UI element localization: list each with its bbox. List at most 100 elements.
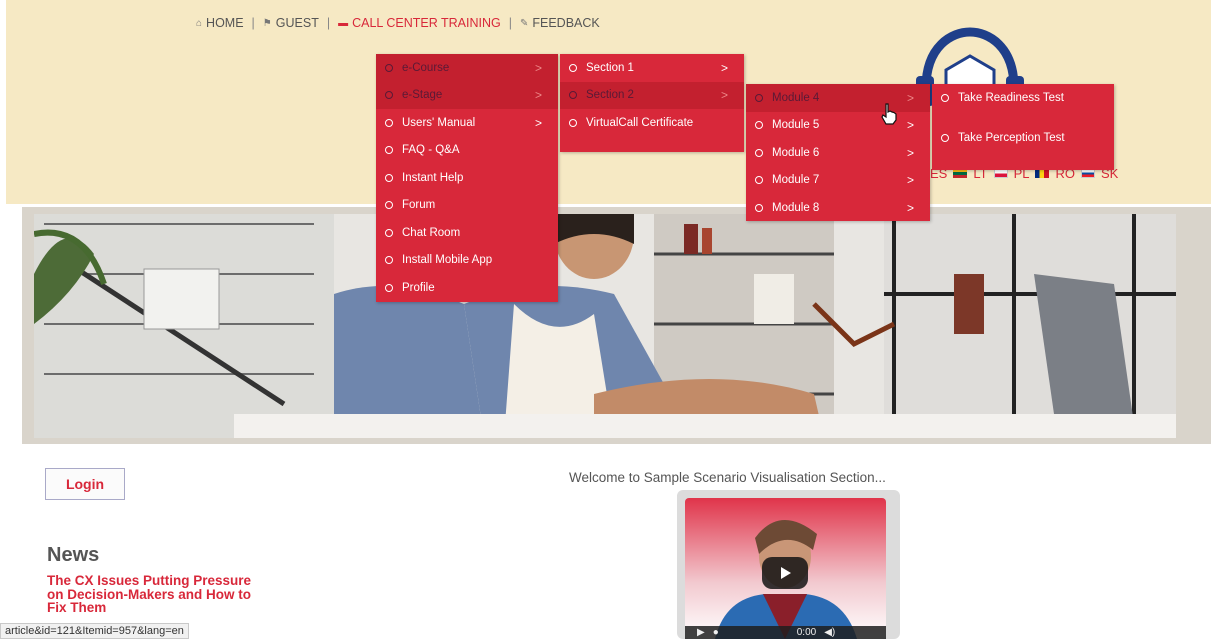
nav-home-label: HOME	[206, 16, 244, 30]
chevron-right-icon: >	[534, 88, 542, 103]
menu-item-label: e-Course	[402, 61, 450, 74]
menu-item-label: Section 1	[586, 61, 634, 74]
nav-training-label: CALL CENTER TRAINING	[352, 16, 501, 30]
menu-item-label: Module 7	[772, 174, 820, 187]
menu-item-module-7[interactable]: Module 7 >	[746, 167, 930, 195]
volume-icon[interactable]: ◀)	[824, 627, 835, 638]
play-small-icon[interactable]: ▶	[697, 627, 705, 638]
menu-item-label: Module 8	[772, 201, 820, 214]
hero-banner-image	[34, 214, 1176, 438]
menu-item-instant-help[interactable]: Instant Help	[376, 164, 558, 192]
home-icon: ⌂	[196, 17, 203, 29]
menu-tests-dropdown: Take Readiness Test Take Perception Test	[932, 84, 1114, 170]
flag-ro-icon[interactable]	[1035, 169, 1050, 178]
video-play-button[interactable]	[762, 557, 808, 589]
bullet-icon	[755, 203, 763, 212]
menu-item-label: Take Perception Test	[958, 132, 1065, 144]
bullet-icon	[385, 228, 393, 237]
hand-pointer-cursor-icon	[881, 103, 897, 125]
menu-item-virtualcall-certificate[interactable]: VirtualCall Certificate	[560, 109, 744, 149]
bullet-icon	[385, 256, 393, 265]
menu-item-users-manual[interactable]: Users' Manual >	[376, 109, 558, 137]
nav-feedback-label: FEEDBACK	[532, 16, 600, 30]
news-article-link[interactable]: The CX Issues Putting Pressure on Decisi…	[47, 574, 267, 615]
chevron-right-icon: >	[906, 173, 914, 188]
menu-item-module-4[interactable]: Module 4 >	[746, 84, 930, 112]
chevron-right-icon: >	[906, 200, 914, 215]
menu-item-take-readiness-test[interactable]: Take Readiness Test	[932, 84, 1114, 124]
menu-sections-dropdown: Section 1 > Section 2 > VirtualCall Cert…	[560, 54, 744, 152]
nav-guest-label: GUEST	[275, 16, 319, 30]
bullet-icon	[755, 148, 763, 157]
menu-item-e-stage[interactable]: e-Stage >	[376, 81, 558, 109]
nav-separator: |	[326, 16, 331, 30]
welcome-text: Welcome to Sample Scenario Visualisation…	[569, 470, 886, 485]
menu-item-label: FAQ - Q&A	[402, 144, 460, 157]
menu-item-label: Chat Room	[402, 226, 461, 239]
menu-item-e-course[interactable]: e-Course >	[376, 54, 558, 82]
pencil-icon: ✎	[519, 17, 529, 29]
bullet-icon	[569, 91, 577, 100]
flag-lt-icon[interactable]	[953, 169, 968, 178]
menu-item-chat-room[interactable]: Chat Room	[376, 219, 558, 247]
menu-item-label: Section 2	[586, 89, 634, 102]
chevron-right-icon: >	[534, 115, 542, 130]
bullet-icon	[385, 146, 393, 155]
menu-item-module-5[interactable]: Module 5 >	[746, 112, 930, 140]
chat-icon: ▬	[338, 17, 349, 29]
flag-pl-icon[interactable]	[993, 169, 1008, 178]
bullet-icon	[385, 118, 393, 127]
menu-item-profile[interactable]: Profile	[376, 274, 558, 302]
menu-item-label: Install Mobile App	[402, 254, 493, 267]
menu-item-take-perception-test[interactable]: Take Perception Test	[932, 124, 1114, 164]
menu-item-section-1[interactable]: Section 1 >	[560, 54, 744, 82]
chevron-right-icon: >	[534, 60, 542, 75]
chevron-right-icon: >	[906, 118, 914, 133]
menu-item-label: Users' Manual	[402, 116, 476, 129]
menu-item-label: Module 5	[772, 119, 820, 132]
bullet-icon	[385, 63, 393, 72]
menu-item-faq[interactable]: FAQ - Q&A	[376, 137, 558, 165]
bullet-icon	[755, 121, 763, 130]
page: ⌂ HOME | ⚑ GUEST | ▬ CALL CENTER TRAININ…	[0, 0, 1211, 639]
bullet-icon	[385, 173, 393, 182]
video-time: 0:00	[796, 627, 817, 638]
flag-sk-icon[interactable]	[1080, 169, 1095, 178]
menu-item-label: Forum	[402, 199, 436, 212]
menu-item-section-2[interactable]: Section 2 >	[560, 81, 744, 109]
menu-item-label: e-Stage	[402, 89, 443, 102]
menu-item-label: Instant Help	[402, 171, 464, 184]
chevron-right-icon: >	[906, 145, 914, 160]
nav-call-center-training[interactable]: ▬ CALL CENTER TRAINING	[338, 16, 501, 30]
menu-item-label: Profile	[402, 281, 435, 294]
menu-item-label: VirtualCall Certificate	[586, 117, 694, 129]
nav-separator: |	[251, 16, 255, 30]
volume-knob-icon[interactable]: ●	[713, 627, 719, 638]
chevron-right-icon: >	[906, 90, 914, 105]
nav-home[interactable]: ⌂ HOME	[196, 16, 244, 30]
menu-item-module-6[interactable]: Module 6 >	[746, 139, 930, 167]
menu-item-label: Module 4	[772, 91, 820, 104]
menu-training-dropdown: e-Course > e-Stage > Users' Manual > FAQ…	[376, 54, 558, 302]
bullet-icon	[385, 201, 393, 210]
login-button[interactable]: Login	[45, 468, 125, 500]
nav-separator: |	[508, 16, 512, 30]
nav-feedback[interactable]: ✎ FEEDBACK	[520, 16, 600, 30]
news-heading: News	[47, 544, 100, 566]
nav-guest[interactable]: ⚑ GUEST	[263, 16, 319, 30]
menu-item-forum[interactable]: Forum	[376, 192, 558, 220]
bullet-icon	[385, 91, 393, 100]
chevron-right-icon: >	[720, 88, 728, 103]
menu-item-label: Module 6	[772, 146, 820, 159]
bullet-icon	[385, 283, 393, 292]
flag-icon: ⚑	[262, 17, 272, 29]
bullet-icon	[755, 93, 763, 102]
play-icon	[781, 567, 791, 579]
menu-item-module-8[interactable]: Module 8 >	[746, 194, 930, 222]
bullet-icon	[941, 94, 949, 102]
top-nav: ⌂ HOME | ⚑ GUEST | ▬ CALL CENTER TRAININ…	[196, 16, 600, 30]
bullet-icon	[569, 63, 577, 72]
video-controls: ▶ ● 0:00 ◀)	[685, 626, 886, 639]
menu-item-install-mobile-app[interactable]: Install Mobile App	[376, 247, 558, 275]
menu-modules-dropdown: Module 4 > Module 5 > Module 6 > Module …	[746, 84, 930, 221]
